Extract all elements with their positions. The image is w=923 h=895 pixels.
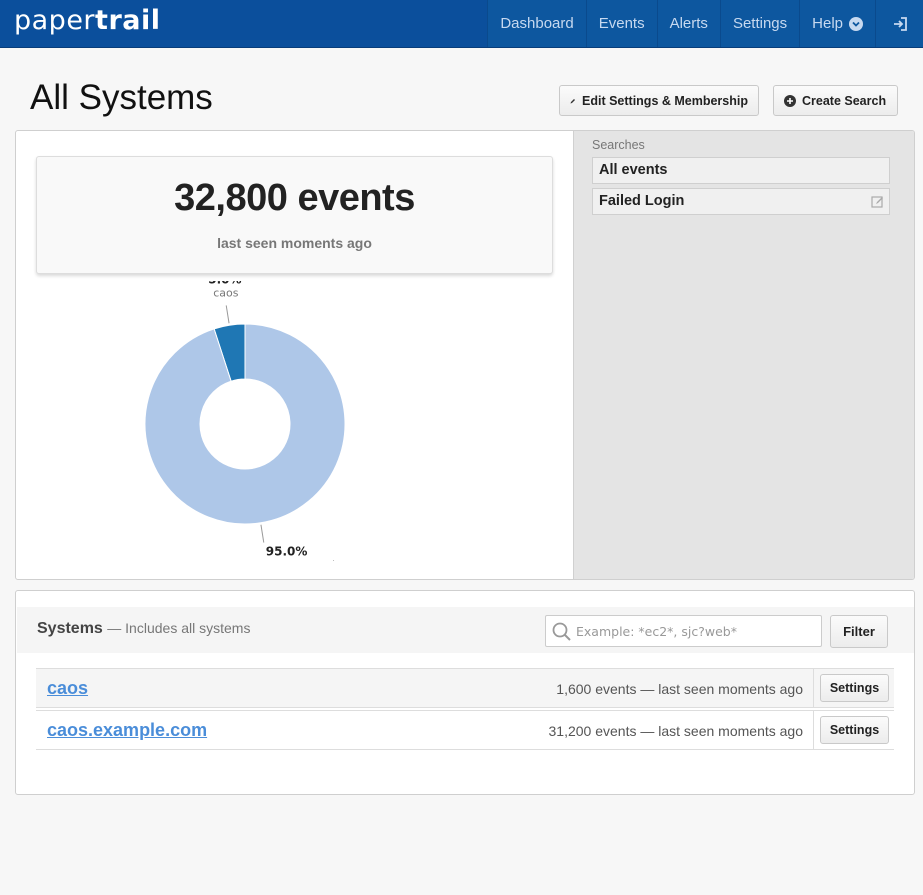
system-row-caos-example-com: caos.example.com 31,200 events — last se… [36, 710, 894, 750]
create-search-button[interactable]: Create Search [773, 85, 898, 116]
system-filter-input[interactable] [545, 615, 822, 647]
donut-label-line [260, 524, 265, 543]
nav-alerts[interactable]: Alerts [656, 0, 720, 47]
summary-panel: 32,800 events last seen moments ago 5.0%… [15, 130, 915, 580]
page-title: All Systems [30, 78, 213, 117]
chevron-down-icon [849, 16, 863, 31]
system-link-caos-example-com[interactable]: caos.example.com [47, 720, 207, 741]
nav-dashboard[interactable]: Dashboard [487, 0, 586, 47]
systems-panel: Systems — Includes all systems Filter ca… [15, 590, 915, 795]
event-count-box: 32,800 events last seen moments ago [36, 156, 553, 274]
nav-help-label: Help [812, 15, 843, 32]
searches-sidebar: Searches All events Failed Login [573, 131, 914, 579]
donut-label-line [225, 305, 230, 324]
donut-percent-label: 95.0% [266, 545, 308, 559]
edit-settings-button[interactable]: Edit Settings & Membership [559, 85, 759, 116]
filter-button[interactable]: Filter [830, 615, 888, 648]
edit-icon[interactable] [871, 195, 885, 209]
saved-search-all-events[interactable]: All events [592, 157, 890, 184]
search-icon [552, 622, 571, 641]
system-row-caos: caos 1,600 events — last seen moments ag… [36, 668, 894, 708]
system-meta: 31,200 events — last seen moments ago [548, 723, 803, 739]
system-settings-button[interactable]: Settings [820, 674, 889, 702]
donut-chart: 5.0%caos95.0%caos.example.com [144, 281, 369, 561]
donut-slice-caos-example-com[interactable] [144, 323, 346, 525]
event-count: 32,800 events [174, 177, 415, 219]
create-search-label: Create Search [802, 93, 887, 108]
row-divider [813, 711, 814, 749]
main-nav: Dashboard Events Alerts Settings Help [487, 0, 923, 48]
saved-search-label: All events [599, 162, 668, 178]
nav-events[interactable]: Events [585, 0, 657, 47]
systems-title-text: Systems [37, 620, 103, 637]
systems-header: Systems — Includes all systems Filter [17, 607, 914, 653]
saved-search-label: Failed Login [599, 193, 685, 209]
sign-out-icon [893, 16, 907, 31]
last-seen-text: last seen moments ago [217, 235, 372, 251]
searches-label: Searches [592, 138, 645, 152]
nav-settings[interactable]: Settings [719, 0, 800, 47]
logo-text-trail: trail [95, 5, 161, 36]
system-link-caos[interactable]: caos [47, 678, 88, 699]
systems-subtitle: — Includes all systems [107, 620, 251, 636]
saved-search-failed-login[interactable]: Failed Login [592, 188, 890, 215]
donut-name-label: caos.example.com [266, 559, 369, 561]
donut-name-label: caos [213, 286, 239, 299]
plus-circle-icon [784, 94, 796, 107]
pencil-icon [570, 98, 575, 103]
logo-text-paper: paper [14, 5, 96, 36]
system-meta: 1,600 events — last seen moments ago [556, 681, 803, 697]
systems-title: Systems — Includes all systems [37, 620, 250, 638]
row-divider [813, 669, 814, 707]
papertrail-logo[interactable]: papertrail [14, 5, 161, 36]
sign-out-button[interactable] [875, 0, 923, 47]
system-settings-button[interactable]: Settings [820, 716, 889, 744]
top-navbar: papertrail Dashboard Events Alerts Setti… [0, 0, 923, 48]
nav-help[interactable]: Help [799, 0, 875, 47]
edit-settings-label: Edit Settings & Membership [582, 93, 748, 108]
